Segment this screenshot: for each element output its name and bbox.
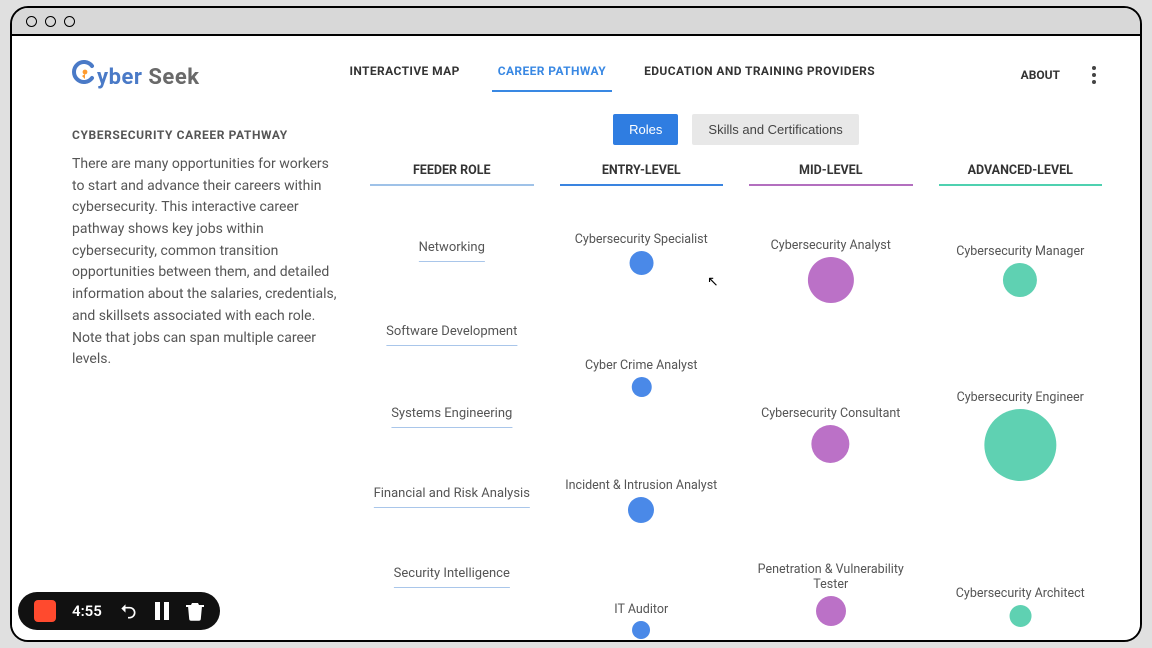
col-entry: Cybersecurity Specialist Cyber Crime Ana…	[552, 206, 732, 626]
window-close-icon[interactable]	[26, 16, 37, 27]
colhead-mid: MID-LEVEL	[741, 163, 921, 186]
trash-icon[interactable]	[186, 601, 204, 621]
feeder-software-dev[interactable]: Software Development	[386, 324, 517, 346]
window-titlebar	[12, 8, 1140, 36]
nav-career-pathway[interactable]: CAREER PATHWAY	[498, 58, 606, 92]
feeder-networking[interactable]: Networking	[419, 240, 485, 262]
nav-education-providers[interactable]: EDUCATION AND TRAINING PROVIDERS	[644, 58, 875, 92]
logo-c-icon	[72, 60, 96, 84]
node-cyber-analyst[interactable]: Cybersecurity Analyst	[771, 238, 891, 303]
colhead-adv: ADVANCED-LEVEL	[931, 163, 1111, 186]
node-label: Cybersecurity Specialist	[575, 232, 708, 247]
top-nav: yber Seek INTERACTIVE MAP CAREER PATHWAY…	[12, 36, 1140, 100]
node-label: Cybersecurity Engineer	[957, 390, 1084, 405]
toggle-skills[interactable]: Skills and Certifications	[692, 114, 858, 145]
node-cyber-architect[interactable]: Cybersecurity Architect	[956, 586, 1085, 627]
node-label: IT Auditor	[614, 602, 668, 617]
bubble-icon	[1009, 605, 1031, 627]
bubble-icon	[631, 377, 651, 397]
node-it-auditor[interactable]: IT Auditor	[614, 602, 668, 639]
bubble-icon	[808, 257, 854, 303]
browser-window: yber Seek INTERACTIVE MAP CAREER PATHWAY…	[10, 6, 1142, 642]
node-cybercrime-analyst[interactable]: Cyber Crime Analyst	[585, 358, 698, 397]
pause-icon[interactable]	[154, 602, 170, 620]
bubble-icon	[984, 409, 1056, 481]
nav-links: INTERACTIVE MAP CAREER PATHWAY EDUCATION…	[349, 58, 875, 92]
column-bodies: Networking Software Development Systems …	[362, 206, 1110, 626]
col-adv: Cybersecurity Manager Cybersecurity Engi…	[931, 206, 1111, 626]
undo-icon[interactable]	[118, 601, 138, 621]
pathway-chart: Roles Skills and Certifications FEEDER R…	[362, 110, 1110, 626]
window-zoom-icon[interactable]	[64, 16, 75, 27]
main-area: CYBERSECURITY CAREER PATHWAY There are m…	[12, 100, 1140, 626]
nav-interactive-map[interactable]: INTERACTIVE MAP	[349, 58, 459, 92]
feeder-systems-eng[interactable]: Systems Engineering	[391, 406, 512, 428]
sidebar-body: There are many opportunities for workers…	[72, 154, 342, 371]
col-mid: Cybersecurity Analyst Cybersecurity Cons…	[741, 206, 921, 626]
bubble-icon	[812, 425, 850, 463]
feeder-financial[interactable]: Financial and Risk Analysis	[374, 486, 530, 508]
page-content: yber Seek INTERACTIVE MAP CAREER PATHWAY…	[12, 36, 1140, 640]
node-label: Incident & Intrusion Analyst	[565, 478, 717, 493]
view-toggle: Roles Skills and Certifications	[362, 114, 1110, 145]
node-cyber-specialist[interactable]: Cybersecurity Specialist	[575, 232, 708, 275]
record-time: 4:55	[72, 602, 102, 620]
col-feeder: Networking Software Development Systems …	[362, 206, 542, 626]
recording-toolbar: 4:55	[18, 592, 220, 630]
bubble-icon	[632, 621, 650, 639]
bubble-icon	[816, 596, 846, 626]
node-cyber-manager[interactable]: Cybersecurity Manager	[956, 244, 1084, 297]
node-pentester[interactable]: Penetration & Vulnerability Tester	[751, 562, 911, 626]
node-cyber-engineer[interactable]: Cybersecurity Engineer	[957, 390, 1084, 481]
node-label: Cybersecurity Consultant	[761, 406, 900, 421]
sidebar: CYBERSECURITY CAREER PATHWAY There are m…	[72, 110, 342, 626]
nav-about[interactable]: ABOUT	[1021, 68, 1060, 82]
node-cyber-consultant[interactable]: Cybersecurity Consultant	[761, 406, 900, 463]
bubble-icon	[629, 251, 653, 275]
colhead-entry: ENTRY-LEVEL	[552, 163, 732, 186]
window-minimize-icon[interactable]	[45, 16, 56, 27]
node-label: Cyber Crime Analyst	[585, 358, 698, 373]
logo-text-2: Seek	[148, 65, 199, 90]
bubble-icon	[628, 497, 654, 523]
feeder-security-int[interactable]: Security Intelligence	[394, 566, 510, 588]
sidebar-title: CYBERSECURITY CAREER PATHWAY	[72, 128, 342, 142]
bubble-icon	[1003, 263, 1037, 297]
node-incident-analyst[interactable]: Incident & Intrusion Analyst	[565, 478, 717, 523]
node-label: Cybersecurity Architect	[956, 586, 1085, 601]
record-stop-button[interactable]	[34, 600, 56, 622]
logo-text-1: yber	[97, 65, 142, 90]
nav-right: ABOUT	[1021, 62, 1100, 88]
node-label: Cybersecurity Analyst	[771, 238, 891, 253]
column-headers: FEEDER ROLE ENTRY-LEVEL MID-LEVEL ADVANC…	[362, 163, 1110, 206]
kebab-menu-icon[interactable]	[1088, 62, 1100, 88]
node-label: Cybersecurity Manager	[956, 244, 1084, 259]
toggle-roles[interactable]: Roles	[613, 114, 678, 145]
node-label: Penetration & Vulnerability Tester	[751, 562, 911, 592]
colhead-feeder: FEEDER ROLE	[362, 163, 542, 186]
site-logo[interactable]: yber Seek	[72, 60, 199, 90]
